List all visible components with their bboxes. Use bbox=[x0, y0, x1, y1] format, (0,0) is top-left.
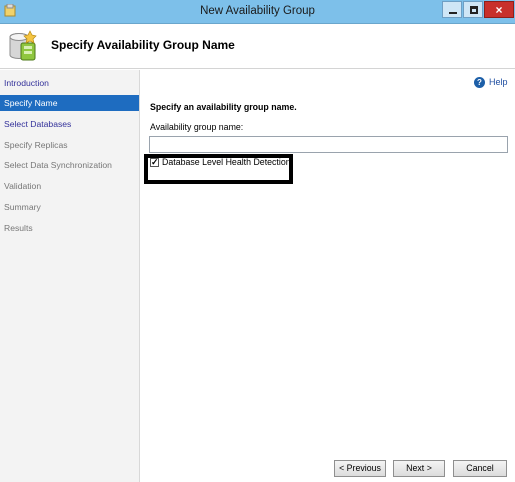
database-wizard-icon bbox=[9, 30, 37, 61]
sidebar-item-validation: Validation bbox=[4, 181, 42, 191]
wizard-steps-sidebar: Introduction Specify Name Select Databas… bbox=[0, 70, 140, 482]
window-title: New Availability Group bbox=[200, 5, 315, 17]
availability-group-name-input[interactable] bbox=[149, 136, 508, 153]
previous-button[interactable]: < Previous bbox=[334, 460, 386, 477]
sidebar-item-results: Results bbox=[4, 223, 33, 233]
help-link[interactable]: Help bbox=[489, 77, 508, 87]
help-icon[interactable]: ? bbox=[474, 77, 485, 88]
title-bar: New Availability Group × bbox=[0, 0, 515, 24]
sidebar-item-select-databases[interactable]: Select Databases bbox=[0, 116, 139, 132]
maximize-button[interactable] bbox=[463, 1, 483, 18]
cancel-button[interactable]: Cancel bbox=[453, 460, 507, 477]
sidebar-item-specify-replicas: Specify Replicas bbox=[4, 140, 68, 150]
checkmark-icon: ✓ bbox=[151, 157, 159, 167]
next-button[interactable]: Next > bbox=[393, 460, 445, 477]
page-title: Specify Availability Group Name bbox=[51, 38, 235, 52]
minimize-icon bbox=[449, 12, 457, 14]
sidebar-item-select-data-synchronization: Select Data Synchronization bbox=[4, 160, 112, 170]
wizard-header: Specify Availability Group Name bbox=[0, 24, 515, 69]
health-detection-label[interactable]: Database Level Health Detection bbox=[162, 157, 291, 167]
maximize-icon bbox=[470, 6, 478, 14]
main-panel: ? Help Specify an availability group nam… bbox=[141, 70, 515, 482]
instruction-text: Specify an availability group name. bbox=[150, 102, 297, 112]
sidebar-item-introduction[interactable]: Introduction bbox=[0, 75, 139, 91]
sidebar-item-specify-name[interactable]: Specify Name bbox=[0, 95, 139, 111]
close-icon: × bbox=[495, 3, 503, 17]
sidebar-item-summary: Summary bbox=[4, 202, 41, 212]
health-detection-checkbox[interactable]: ✓ bbox=[150, 157, 159, 167]
availability-group-name-label: Availability group name: bbox=[150, 122, 244, 132]
close-button[interactable]: × bbox=[484, 1, 514, 18]
minimize-button[interactable] bbox=[442, 1, 462, 18]
